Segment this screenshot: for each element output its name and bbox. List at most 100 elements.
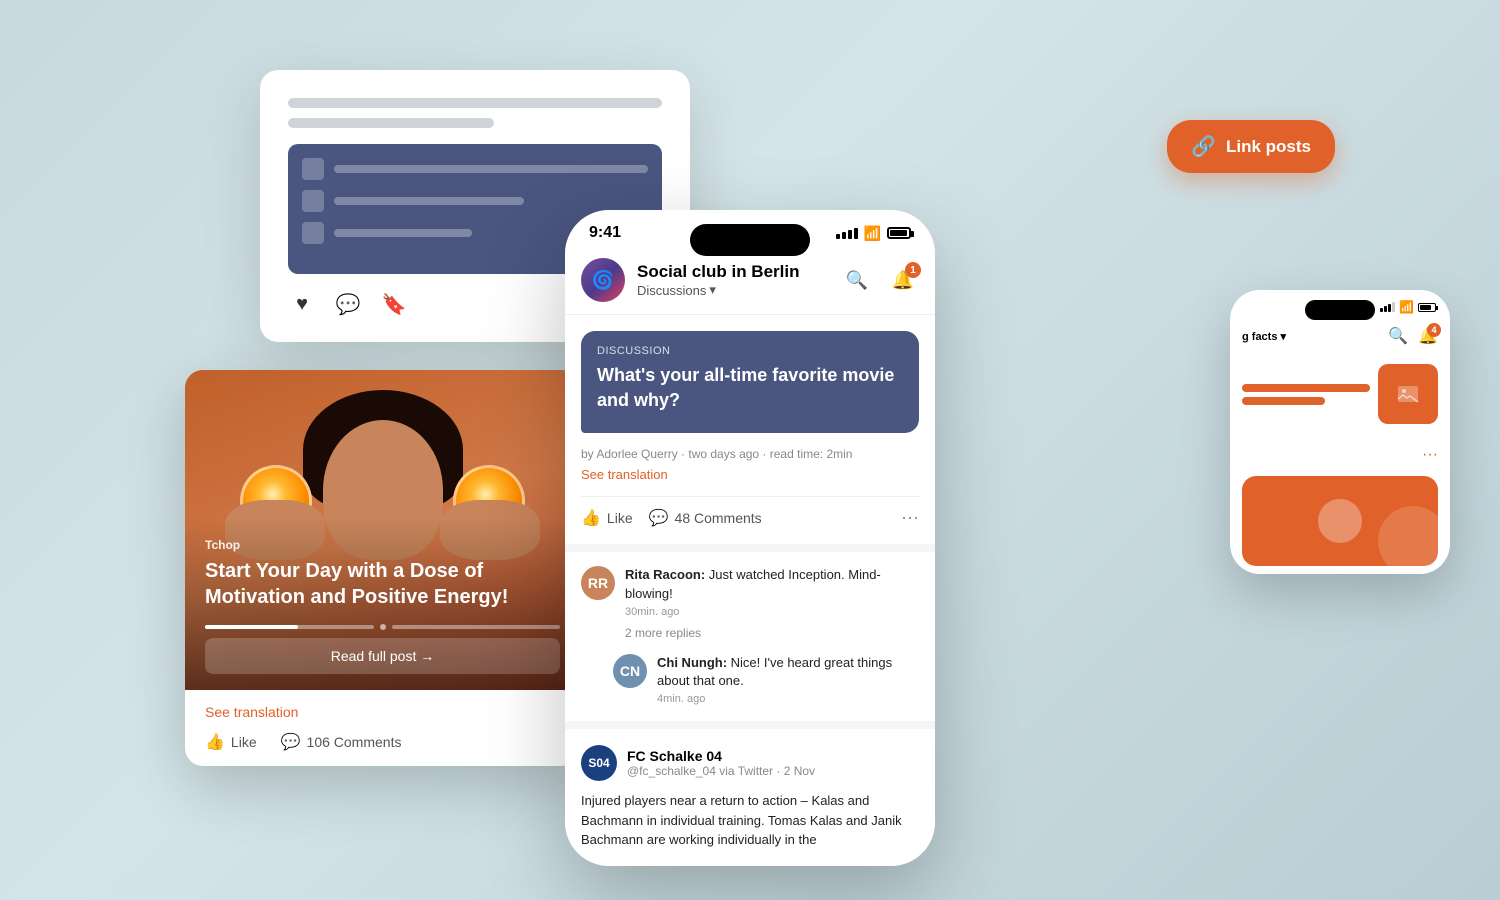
like-label: Like bbox=[607, 510, 633, 526]
phone-header-actions: 🔍 🔔 1 bbox=[841, 264, 919, 296]
chi-name: Chi Nungh: bbox=[657, 655, 727, 670]
more-options-button[interactable]: ··· bbox=[901, 507, 919, 528]
comment-bubble-icon: 💬 bbox=[281, 732, 301, 752]
desktop-img-line-3 bbox=[334, 229, 472, 237]
phone-right-notch bbox=[1305, 300, 1375, 320]
discussion-bubble: Discussion What's your all-time favorite… bbox=[581, 331, 919, 433]
chi-comment-time: 4min. ago bbox=[657, 693, 919, 705]
twitter-meta: FC Schalke 04 @fc_schalke_04 via Twitter… bbox=[627, 748, 815, 778]
phone-section-label: Discussions ▾ bbox=[637, 282, 829, 298]
schalke-avatar: S04 bbox=[581, 745, 617, 781]
heart-icon[interactable]: ♥ bbox=[288, 290, 316, 318]
twitter-account: @fc_schalke_04 bbox=[627, 764, 716, 778]
link-icon: 🔗 bbox=[1191, 134, 1216, 159]
right-bar-short bbox=[1242, 397, 1325, 405]
progress-bar-2 bbox=[392, 625, 561, 629]
phone-app-avatar: 🌀 bbox=[581, 258, 625, 302]
post-tag: Tchop bbox=[205, 538, 560, 552]
like-action[interactable]: 👍 Like bbox=[581, 508, 633, 528]
twitter-handle: @fc_schalke_04 via Twitter · 2 Nov bbox=[627, 764, 815, 778]
comments-label: 106 Comments bbox=[307, 734, 402, 750]
desktop-line-1 bbox=[288, 98, 662, 108]
battery-icon bbox=[887, 227, 911, 239]
desktop-img-sq-1 bbox=[302, 158, 324, 180]
comment-item-1: RR Rita Racoon: Just watched Inception. … bbox=[581, 566, 919, 617]
desktop-img-line-1 bbox=[334, 165, 648, 173]
phone-right-header: g facts ▾ 🔍 🔔 4 bbox=[1230, 320, 1450, 356]
chi-reply: CN Chi Nungh: Nice! I've heard great thi… bbox=[613, 654, 919, 705]
chi-comment-body: Chi Nungh: Nice! I've heard great things… bbox=[657, 654, 919, 705]
see-translation-discussion[interactable]: See translation bbox=[581, 467, 919, 482]
more-replies[interactable]: 2 more replies bbox=[625, 626, 919, 640]
phone-community-name: Social club in Berlin bbox=[637, 262, 829, 282]
comment-icon[interactable]: 💬 bbox=[334, 290, 362, 318]
desktop-line-2 bbox=[288, 118, 494, 128]
wifi-icon: 📶 bbox=[864, 225, 881, 242]
rita-comment-text: Rita Racoon: Just watched Inception. Min… bbox=[625, 566, 919, 602]
post-progress bbox=[205, 624, 560, 630]
progress-bar bbox=[205, 625, 374, 629]
rita-name: Rita Racoon: bbox=[625, 567, 705, 582]
link-posts-button[interactable]: 🔗 Link posts bbox=[1167, 120, 1335, 173]
bookmark-icon[interactable]: 🔖 bbox=[380, 290, 408, 318]
phone-app-header: 🌀 Social club in Berlin Discussions ▾ 🔍 … bbox=[565, 250, 935, 315]
right-status-icons: 📶 bbox=[1380, 300, 1436, 314]
like-stat[interactable]: 👍 Like bbox=[205, 732, 257, 752]
right-bar-full bbox=[1242, 384, 1370, 392]
like-label: Like bbox=[231, 734, 257, 750]
chi-avatar: CN bbox=[613, 654, 647, 688]
comments-stat[interactable]: 💬 106 Comments bbox=[281, 732, 402, 752]
post-title: Start Your Day with a Dose of Motivation… bbox=[205, 558, 560, 610]
phone-time: 9:41 bbox=[589, 224, 621, 242]
link-posts-label: Link posts bbox=[1226, 137, 1311, 157]
post-image: Tchop Start Your Day with a Dose of Moti… bbox=[185, 370, 580, 690]
like-icon: 👍 bbox=[581, 508, 601, 528]
comments-icon: 💬 bbox=[649, 508, 669, 528]
phone-header-text: Social club in Berlin Discussions ▾ bbox=[637, 262, 829, 298]
right-battery-icon bbox=[1418, 303, 1436, 312]
notification-badge: 1 bbox=[905, 262, 921, 278]
image-placeholder-icon bbox=[1396, 382, 1420, 406]
right-item-1 bbox=[1242, 364, 1438, 424]
discussions-label: Discussions bbox=[637, 283, 706, 298]
see-translation-link[interactable]: See translation bbox=[205, 704, 560, 720]
phone-right: 📶 g facts ▾ 🔍 🔔 4 bbox=[1230, 290, 1450, 574]
twitter-body: Injured players near a return to action … bbox=[581, 791, 919, 850]
right-big-card bbox=[1242, 476, 1438, 566]
rita-comment-time: 30min. ago bbox=[625, 606, 919, 618]
phone-center: 9:41 📶 🌀 Social club in Berlin Discussio… bbox=[565, 210, 935, 866]
twitter-name: FC Schalke 04 bbox=[627, 748, 815, 764]
comment-section: RR Rita Racoon: Just watched Inception. … bbox=[565, 544, 935, 721]
right-card-thumbnail bbox=[1378, 364, 1438, 424]
discussion-question: What's your all-time favorite movie and … bbox=[597, 363, 903, 413]
twitter-source: via Twitter · 2 Nov bbox=[719, 764, 815, 778]
discussion-label: Discussion bbox=[597, 345, 903, 357]
desktop-img-sq-2 bbox=[302, 190, 324, 212]
comments-count: 48 Comments bbox=[675, 510, 762, 526]
read-full-post-button[interactable]: Read full post → bbox=[205, 638, 560, 674]
signal-bars bbox=[836, 228, 858, 239]
right-more-options[interactable]: ··· bbox=[1230, 442, 1450, 468]
post-card: Tchop Start Your Day with a Dose of Moti… bbox=[185, 370, 580, 766]
rita-avatar: RR bbox=[581, 566, 615, 600]
thumb-up-icon: 👍 bbox=[205, 732, 225, 752]
phone-notch bbox=[690, 224, 810, 256]
right-search-button[interactable]: 🔍 bbox=[1388, 326, 1408, 346]
chi-comment-text: Chi Nungh: Nice! I've heard great things… bbox=[657, 654, 919, 690]
right-watermark bbox=[1378, 506, 1438, 566]
right-wifi-icon: 📶 bbox=[1399, 300, 1414, 314]
right-signal bbox=[1380, 302, 1395, 312]
notification-button[interactable]: 🔔 1 bbox=[887, 264, 919, 296]
rita-initials: RR bbox=[581, 566, 615, 600]
right-notification-button[interactable]: 🔔 4 bbox=[1418, 326, 1438, 346]
chi-initials: CN bbox=[613, 654, 647, 688]
rita-comment-body: Rita Racoon: Just watched Inception. Min… bbox=[625, 566, 919, 617]
comments-action[interactable]: 💬 48 Comments bbox=[649, 508, 762, 528]
twitter-header: S04 FC Schalke 04 @fc_schalke_04 via Twi… bbox=[581, 745, 919, 781]
phone-right-title: g facts ▾ bbox=[1242, 330, 1380, 343]
post-stats: 👍 Like 💬 106 Comments bbox=[205, 732, 560, 752]
search-button[interactable]: 🔍 bbox=[841, 264, 873, 296]
progress-fill bbox=[205, 625, 298, 629]
right-header-actions: 🔍 🔔 4 bbox=[1388, 326, 1438, 346]
chevron-down-icon: ▾ bbox=[709, 282, 716, 298]
